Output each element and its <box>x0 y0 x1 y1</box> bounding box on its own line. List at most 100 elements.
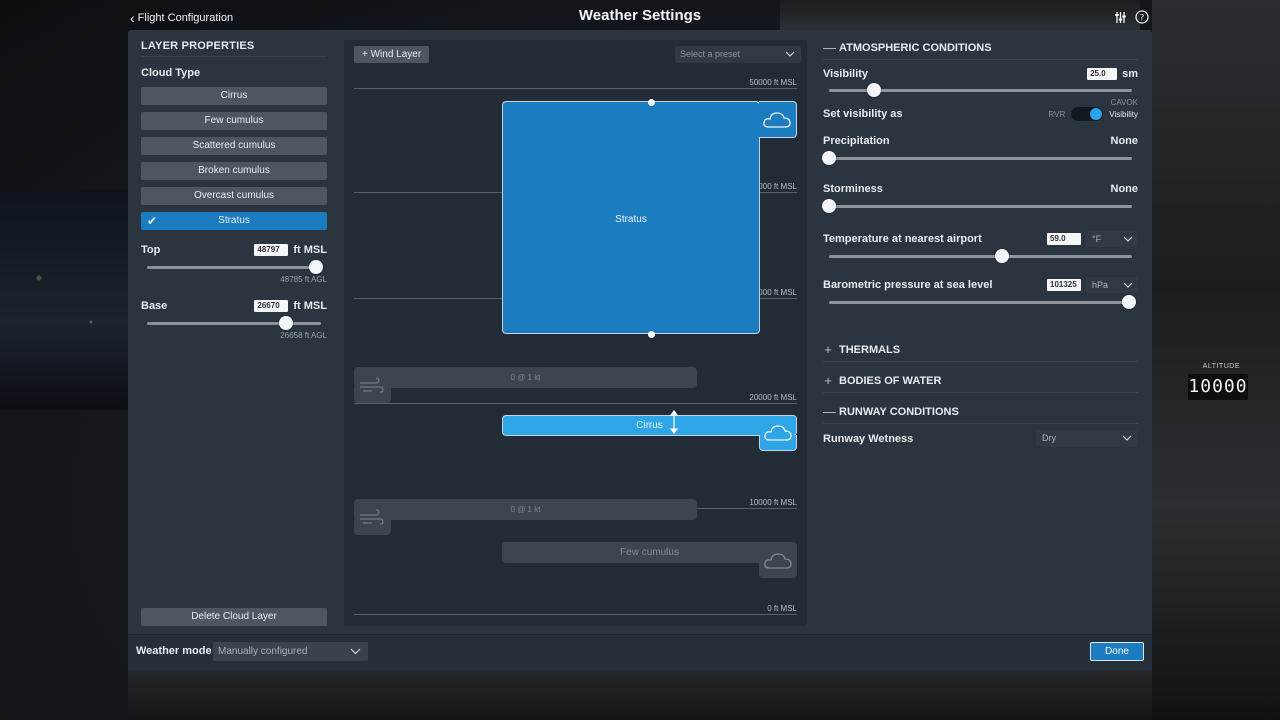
back-label: Flight Configuration <box>137 12 234 24</box>
temperature-row: Temperature at nearest airport 59.0 °F <box>823 231 1138 247</box>
back-button[interactable]: ‹ Flight Configuration <box>130 9 234 26</box>
cloud-icon <box>764 425 792 441</box>
few-cumulus-layer[interactable]: Few cumulus <box>502 542 797 563</box>
background-cockpit-panel <box>1152 0 1280 720</box>
precipitation-value: None <box>1110 135 1139 147</box>
pressure-label: Barometric pressure at sea level <box>823 279 993 291</box>
temperature-unit-value: °F <box>1092 234 1102 244</box>
chevron-down-icon <box>1122 430 1132 453</box>
preset-select[interactable]: Select a preset <box>675 46 801 63</box>
cloud-type-scattered-cumulus-button[interactable]: Scattered cumulus <box>141 137 327 155</box>
background-city <box>0 190 130 410</box>
storminess-slider[interactable] <box>822 199 1132 213</box>
base-slider-thumb[interactable] <box>279 316 294 330</box>
altitude-mark: 10000 ft MSL <box>749 498 797 507</box>
pressure-unit-select[interactable]: hPa <box>1086 277 1138 293</box>
cloud-type-overcast-cumulus-button[interactable]: Overcast cumulus <box>141 187 327 205</box>
cloud-type-stratus-button[interactable]: ✔ Stratus <box>141 212 327 230</box>
cirrus-layer[interactable]: Cirrus <box>502 415 797 436</box>
add-wind-layer-button[interactable]: + Wind Layer <box>354 46 430 63</box>
weather-mode-value: Manually configured <box>218 646 308 657</box>
cloud-type-stratus-label: Stratus <box>218 215 250 226</box>
visibility-slider-thumb[interactable] <box>867 83 882 97</box>
visibility-label: Visibility <box>823 68 869 80</box>
cloud-type-few-cumulus-button[interactable]: Few cumulus <box>141 112 327 130</box>
resize-cursor-icon <box>670 410 678 434</box>
temperature-label: Temperature at nearest airport <box>823 233 982 245</box>
storminess-row: Storminess None <box>823 183 1138 195</box>
temperature-input[interactable]: 59.0 <box>1047 233 1081 245</box>
temperature-unit-select[interactable]: °F <box>1086 231 1138 247</box>
visibility-toggle[interactable] <box>1071 107 1104 121</box>
storminess-slider-thumb[interactable] <box>822 199 836 213</box>
done-button[interactable]: Done <box>1090 642 1144 661</box>
base-label: Base <box>141 300 168 312</box>
delete-cloud-layer-button[interactable]: Delete Cloud Layer <box>141 608 327 626</box>
runway-conditions-section[interactable]: — RUNWAY CONDITIONS <box>823 404 1138 424</box>
visibility-toggle-label: Visibility <box>1109 109 1138 119</box>
altitude-line <box>354 403 797 404</box>
top-label: Top <box>141 244 161 256</box>
base-unit: ft MSL <box>293 300 327 312</box>
bodies-of-water-section[interactable]: + BODIES OF WATER <box>823 373 1138 393</box>
pressure-slider[interactable] <box>829 295 1136 309</box>
visibility-as-row: Set visibility as RVR Visibility <box>823 107 1138 121</box>
pressure-input[interactable]: 101325 <box>1047 279 1081 291</box>
storminess-value: None <box>1110 183 1139 195</box>
cloud-type-list: Cirrus Few cumulus Scattered cumulus Bro… <box>141 87 327 230</box>
temperature-slider-thumb[interactable] <box>994 249 1009 263</box>
altitude-mark: 20000 ft MSL <box>749 393 797 402</box>
cirrus-layer-label: Cirrus <box>636 420 663 431</box>
minus-icon: — <box>823 40 836 55</box>
wind-layer[interactable]: 0 @ 1 kt <box>354 499 697 520</box>
pressure-row: Barometric pressure at sea level 101325 … <box>823 277 1138 293</box>
background-altitude-display: 10000 <box>1188 374 1248 400</box>
weather-mode-select[interactable]: Manually configured <box>213 642 368 661</box>
altitude-line <box>354 614 797 615</box>
base-row: Base 26670 ft MSL <box>141 300 327 312</box>
runway-wetness-value: Dry <box>1042 433 1056 443</box>
background-altitude-label: ALTITUDE <box>1202 363 1240 370</box>
visibility-slider[interactable] <box>829 83 1132 97</box>
chevron-left-icon: ‹ <box>130 9 135 26</box>
runway-wetness-select[interactable]: Dry <box>1036 430 1138 447</box>
base-input[interactable]: 26670 <box>254 300 289 312</box>
precipitation-slider-thumb[interactable] <box>822 151 836 165</box>
cloud-type-broken-cumulus-button[interactable]: Broken cumulus <box>141 162 327 180</box>
toggle-knob <box>1090 108 1103 120</box>
precipitation-label: Precipitation <box>823 135 890 147</box>
cavok-label: CAVOK <box>1110 98 1138 107</box>
stratus-base-handle[interactable] <box>648 331 655 338</box>
cloud-icon <box>764 553 792 569</box>
wind-layer-label: 0 @ 1 kt <box>510 505 541 514</box>
background-overhead-panel <box>780 0 1140 30</box>
runway-wetness-label: Runway Wetness <box>823 432 914 445</box>
atmospheric-conditions-section[interactable]: — ATMOSPHERIC CONDITIONS <box>823 40 1138 60</box>
stratus-layer-tab[interactable] <box>759 101 797 138</box>
top-slider[interactable] <box>147 260 323 274</box>
visibility-input[interactable]: 25.0 <box>1087 68 1118 80</box>
top-unit: ft MSL <box>293 244 327 256</box>
thermals-title: THERMALS <box>839 343 901 356</box>
checkmark-icon: ✔ <box>147 214 158 228</box>
atmospheric-conditions-title: ATMOSPHERIC CONDITIONS <box>839 41 992 54</box>
wind-layer-label: 0 @ 1 kt <box>510 373 541 382</box>
chevron-down-icon <box>785 46 795 69</box>
thermals-section[interactable]: + THERMALS <box>823 342 1138 362</box>
help-icon[interactable]: ? <box>1135 10 1149 24</box>
temperature-slider[interactable] <box>829 249 1132 263</box>
sliders-icon[interactable] <box>1113 10 1127 24</box>
base-slider[interactable] <box>147 316 321 330</box>
top-slider-thumb[interactable] <box>308 260 323 274</box>
chevron-down-icon <box>350 642 361 668</box>
plus-icon: + <box>824 342 832 357</box>
top-input[interactable]: 48797 <box>254 244 289 256</box>
pressure-slider-thumb[interactable] <box>1121 295 1136 309</box>
precipitation-slider[interactable] <box>822 151 1132 165</box>
stratus-top-handle[interactable] <box>648 99 655 106</box>
stratus-layer[interactable]: Stratus <box>502 101 760 334</box>
rvr-label: RVR <box>1048 109 1066 119</box>
cloud-type-cirrus-button[interactable]: Cirrus <box>141 87 327 105</box>
wind-layer[interactable]: 0 @ 1 kt <box>354 367 697 388</box>
weather-mode-label: Weather mode <box>136 645 212 657</box>
